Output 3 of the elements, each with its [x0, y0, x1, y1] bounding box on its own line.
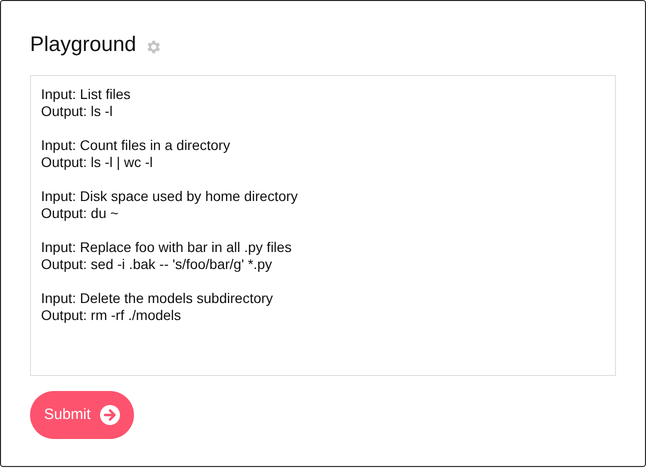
page-title: Playground — [30, 32, 136, 58]
prompt-field[interactable]: Input: List files Output: ls -l Input: Count files in a directory Output: ls -l | wc -l Input: Disk space used by home directory Output: du ~ Input: Replace foo with bar in all .py files Output: sed -i .bak -- 's/foo/bar/g' *.py Input: Delete the models subdirectory Output: rm -rf ./models — [30, 75, 616, 376]
arrow-right-icon — [100, 405, 120, 425]
